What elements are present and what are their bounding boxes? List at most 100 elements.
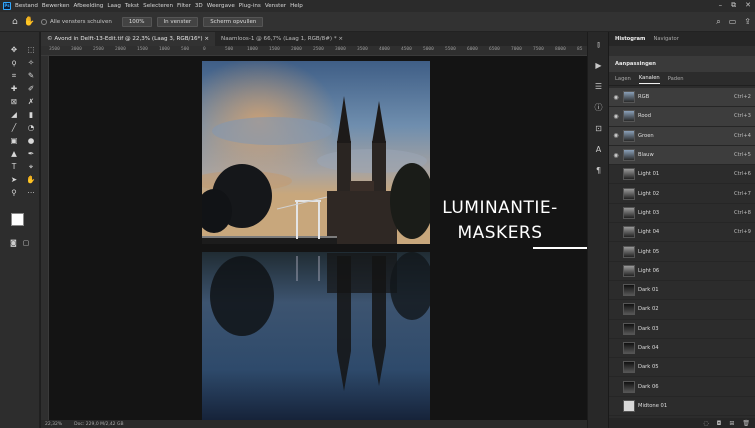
channel-row[interactable]: Light 05 bbox=[609, 242, 755, 262]
more-tools-icon[interactable]: ⋯ bbox=[24, 187, 38, 198]
healing-brush-tool-icon[interactable]: ✚ bbox=[7, 83, 21, 94]
menu-item[interactable]: Laag bbox=[107, 3, 121, 9]
menu-item[interactable]: Venster bbox=[265, 3, 286, 9]
tab-avond-in-delft[interactable]: © Avond in Delft-13-Edit.tif @ 22,3% (La… bbox=[41, 32, 216, 46]
workspace-icon[interactable]: ▭ bbox=[729, 17, 737, 27]
tab-histogram[interactable]: Histogram bbox=[615, 36, 645, 42]
blur-tool-icon[interactable]: ╱ bbox=[7, 122, 21, 133]
move-tool-icon[interactable]: ✥ bbox=[7, 44, 21, 55]
save-selection-icon[interactable]: ◘ bbox=[717, 420, 722, 427]
dodge-tool-icon[interactable]: ◔ bbox=[24, 122, 38, 133]
channel-row[interactable]: Dark 01 bbox=[609, 281, 755, 301]
marquee-tool-icon[interactable]: ⬚ bbox=[24, 44, 38, 55]
home-icon[interactable]: ⌂ bbox=[12, 17, 18, 27]
channel-row[interactable]: Light 03 Ctrl+8 bbox=[609, 204, 755, 224]
foreground-color-swatch[interactable] bbox=[11, 213, 24, 226]
menu-item[interactable]: 3D bbox=[195, 3, 203, 9]
crop-tool-icon[interactable]: ⌗ bbox=[7, 70, 21, 81]
play-actions-icon[interactable]: ▶ bbox=[588, 57, 609, 74]
channel-row[interactable]: Light 04 Ctrl+9 bbox=[609, 223, 755, 243]
visibility-eye-icon[interactable]: ◉ bbox=[611, 152, 621, 159]
hand-tool-icon[interactable]: ✋ bbox=[24, 174, 38, 185]
menu-item[interactable]: Bestand bbox=[15, 3, 38, 9]
channel-row[interactable]: ◉ Groen Ctrl+4 bbox=[609, 126, 755, 146]
magic-wand-tool-icon[interactable]: ✧ bbox=[24, 57, 38, 68]
channel-name: Dark 04 bbox=[638, 345, 659, 351]
lasso-tool-icon[interactable]: ϙ bbox=[7, 57, 21, 68]
tab-layers[interactable]: Lagen bbox=[615, 74, 631, 84]
channel-row[interactable]: Midtone 01 bbox=[609, 397, 755, 417]
tab-naamloos-1[interactable]: Naamloos-1 @ 66,7% (Laag 1, RGB/8#) * × bbox=[215, 32, 349, 46]
gradient-tool-icon[interactable]: ▮ bbox=[24, 109, 38, 120]
menu-item[interactable]: Filter bbox=[177, 3, 191, 9]
tab-navigator[interactable]: Navigator bbox=[653, 36, 678, 42]
channel-name: Light 06 bbox=[638, 267, 660, 274]
visibility-eye-icon[interactable]: ◉ bbox=[611, 113, 621, 120]
channel-row[interactable]: Dark 02 bbox=[609, 300, 755, 320]
menu-item[interactable]: Bewerken bbox=[42, 3, 70, 9]
info-icon[interactable]: ⓘ bbox=[588, 99, 609, 116]
type-tool-icon[interactable]: T bbox=[7, 161, 21, 172]
quick-mask-icon[interactable]: ◙ bbox=[10, 239, 17, 247]
load-selection-icon[interactable]: ◌ bbox=[703, 420, 708, 427]
smudge-tool-icon[interactable]: ● bbox=[24, 135, 38, 146]
minimize-icon[interactable]: – bbox=[719, 1, 723, 10]
new-channel-icon[interactable]: ⊞ bbox=[729, 420, 734, 427]
histogram-icon[interactable]: ⫾ bbox=[588, 36, 609, 53]
right-panels: Histogram Navigator Aanpassingen Lagen K… bbox=[608, 32, 755, 428]
history-brush-tool-icon[interactable]: ✗ bbox=[24, 96, 38, 107]
restore-icon[interactable]: ⧉ bbox=[731, 1, 736, 10]
tab-paths[interactable]: Paden bbox=[668, 74, 684, 84]
path-select-tool-icon[interactable]: ▲ bbox=[7, 148, 21, 159]
paragraph-icon[interactable]: ¶ bbox=[588, 162, 609, 179]
adjustments-icon[interactable]: ☰ bbox=[588, 78, 609, 95]
scroll-all-windows-checkbox[interactable]: Alle vensters schuiven bbox=[40, 18, 112, 25]
fit-screen-button[interactable]: In venster bbox=[156, 16, 199, 27]
stamp-tool-icon[interactable]: ⊠ bbox=[7, 96, 21, 107]
share-icon[interactable]: ⇪ bbox=[744, 17, 751, 27]
properties-icon[interactable]: ⊡ bbox=[588, 120, 609, 137]
channel-thumbnail bbox=[623, 149, 635, 162]
arrow-select-tool-icon[interactable]: ➤ bbox=[7, 174, 21, 185]
character-icon[interactable]: A bbox=[588, 141, 609, 158]
channel-row[interactable]: Dark 04 bbox=[609, 339, 755, 359]
channel-row[interactable]: ◉ RGB Ctrl+2 bbox=[609, 88, 755, 108]
eraser-tool-icon[interactable]: ◢ bbox=[7, 109, 21, 120]
pen-tool-icon-2[interactable]: ✒ bbox=[24, 148, 38, 159]
channel-row[interactable]: ◉ Blauw Ctrl+5 bbox=[609, 145, 755, 166]
color-swatches[interactable] bbox=[11, 213, 33, 233]
channel-row[interactable]: Light 06 bbox=[609, 262, 755, 281]
menu-item[interactable]: Selecteren bbox=[143, 3, 173, 9]
eyedropper-tool-icon[interactable]: ✎ bbox=[24, 70, 38, 81]
tab-channels[interactable]: Kanalen bbox=[638, 73, 660, 84]
direct-select-tool-icon[interactable]: ⌖ bbox=[24, 161, 38, 172]
close-icon[interactable]: ✕ bbox=[745, 1, 751, 10]
screen-mode-icon[interactable]: ▢ bbox=[23, 239, 30, 247]
hand-tool-icon[interactable]: ✋ bbox=[24, 17, 35, 27]
zoom-100-button[interactable]: 100% bbox=[121, 16, 152, 27]
channel-row[interactable]: Dark 06 bbox=[609, 377, 755, 397]
search-icon[interactable]: ⌕ bbox=[716, 17, 720, 27]
delete-channel-icon[interactable]: 🗑 bbox=[742, 420, 750, 427]
visibility-eye-icon[interactable]: ◉ bbox=[611, 94, 621, 101]
channel-row[interactable]: Dark 05 bbox=[609, 358, 755, 378]
channel-row[interactable]: ◉ Rood Ctrl+3 bbox=[609, 107, 755, 127]
menu-item[interactable]: Afbeelding bbox=[74, 3, 104, 9]
adjustments-header[interactable]: Aanpassingen bbox=[609, 56, 755, 72]
photoshop-logo-icon[interactable]: Ps bbox=[3, 2, 11, 10]
menu-item[interactable]: Plug-ins bbox=[239, 3, 261, 9]
pen-tool-icon[interactable]: ▣ bbox=[7, 135, 21, 146]
fill-screen-button[interactable]: Scherm opvullen bbox=[203, 16, 264, 27]
zoom-tool-icon[interactable]: ⚲ bbox=[7, 187, 21, 198]
visibility-eye-icon[interactable]: ◉ bbox=[611, 132, 621, 139]
channel-row[interactable]: Light 01 Ctrl+6 bbox=[609, 165, 755, 185]
channel-row[interactable]: Light 02 Ctrl+7 bbox=[609, 184, 755, 204]
menu-item[interactable]: Tekst bbox=[125, 3, 139, 9]
zoom-level[interactable]: 22,32% bbox=[45, 422, 62, 427]
menu-item[interactable]: Weergave bbox=[207, 3, 235, 9]
channel-thumbnail bbox=[623, 264, 635, 277]
menu-item[interactable]: Help bbox=[290, 3, 303, 9]
ruler-tick: 6500 bbox=[489, 47, 500, 52]
channel-row[interactable]: Dark 03 bbox=[609, 320, 755, 339]
brush-tool-icon[interactable]: ✐ bbox=[24, 83, 38, 94]
